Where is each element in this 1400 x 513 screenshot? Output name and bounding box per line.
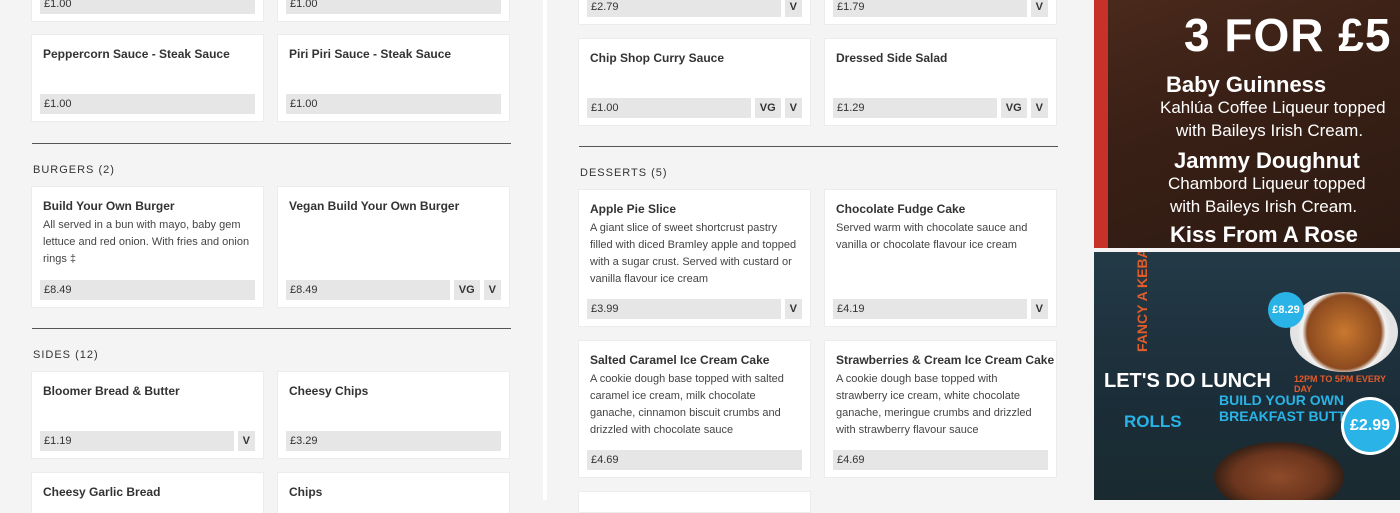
lunch-menu-photo[interactable]: FANCY A KEBAB? £8.29 LET'S DO LUNCH 12PM… bbox=[1094, 252, 1400, 500]
drinks-offer-photo[interactable]: 3 FOR £5 Baby Guinness Kahlúa Coffee Liq… bbox=[1094, 0, 1400, 248]
menu-card[interactable]: Chip Shop Curry Sauce £1.00 VG V bbox=[579, 39, 810, 125]
lunch-heading: LET'S DO LUNCH bbox=[1104, 370, 1271, 392]
vegetarian-tag: V bbox=[1030, 299, 1048, 319]
item-title: Bloomer Bread & Butter bbox=[43, 384, 180, 398]
menu-card[interactable]: Chips bbox=[278, 473, 509, 513]
item-title: Peppercorn Sauce - Steak Sauce bbox=[43, 47, 230, 61]
vegetarian-tag: V bbox=[483, 280, 501, 300]
item-title: Piri Piri Sauce - Steak Sauce bbox=[289, 47, 452, 61]
price: £4.69 bbox=[833, 450, 1048, 470]
item-description: A cookie dough base topped with salted c… bbox=[590, 373, 784, 436]
menu-card[interactable]: Chocolate Fudge Cake Served warm with ch… bbox=[825, 190, 1056, 326]
price: £1.79 bbox=[833, 0, 1027, 17]
menu-card[interactable]: £2.79 V bbox=[579, 0, 810, 24]
menu-card[interactable]: Bloomer Bread & Butter £1.19 V bbox=[32, 372, 263, 458]
vegetarian-tag: V bbox=[784, 98, 802, 118]
offer-item-text: Chambord Liqueur topped bbox=[1168, 174, 1366, 193]
price: £3.29 bbox=[286, 431, 501, 451]
price: £1.19 bbox=[40, 431, 234, 451]
menu-card[interactable]: Strawberries & Cream Ice Cream Cake A co… bbox=[825, 341, 1056, 477]
price: £1.00 bbox=[286, 94, 501, 114]
item-description: A cookie dough base topped with strawber… bbox=[836, 373, 1032, 436]
menu-card[interactable]: Vegan Build Your Own Burger £8.49 VG V bbox=[278, 187, 509, 307]
menu-card[interactable]: Build Your Own Burger All served in a bu… bbox=[32, 187, 263, 307]
section-divider bbox=[32, 143, 511, 144]
menu-card[interactable]: Salted Caramel Ice Cream Cake A cookie d… bbox=[579, 341, 810, 477]
menu-card[interactable]: Piri Piri Sauce - Steak Sauce £1.00 bbox=[278, 35, 509, 121]
price: £1.00 bbox=[40, 0, 255, 14]
vegan-tag: VG bbox=[754, 98, 781, 118]
section-heading-burgers: BURGERS (2) bbox=[33, 164, 115, 176]
item-title: Chocolate Fudge Cake bbox=[836, 202, 966, 216]
kebab-heading: FANCY A KEBAB? bbox=[1134, 252, 1150, 352]
vegetarian-tag: V bbox=[1030, 98, 1048, 118]
menu-card[interactable]: £1.00 bbox=[278, 0, 509, 21]
item-description: A giant slice of sweet shortcrust pastry… bbox=[590, 222, 797, 285]
red-border bbox=[1094, 0, 1108, 248]
food-bowl-image bbox=[1290, 292, 1398, 372]
item-description: Served warm with chocolate sauce and van… bbox=[836, 222, 1028, 251]
price: £1.00 bbox=[587, 98, 751, 118]
offer-item-text: with Baileys Irish Cream. bbox=[1176, 121, 1364, 140]
offer-item-title: Jammy Doughnut bbox=[1174, 148, 1360, 173]
menu-card[interactable]: £1.00 bbox=[32, 0, 263, 21]
menu-card[interactable]: Peppercorn Sauce - Steak Sauce £1.00 bbox=[32, 35, 263, 121]
price: £1.29 bbox=[833, 98, 997, 118]
menu-card[interactable]: Apple Pie Slice A giant slice of sweet s… bbox=[579, 190, 810, 326]
menu-card[interactable]: Cheesy Chips £3.29 bbox=[278, 372, 509, 458]
item-title: Build Your Own Burger bbox=[43, 199, 175, 213]
vegetarian-tag: V bbox=[237, 431, 255, 451]
offer-item-text: with Baileys Irish Cream. bbox=[1170, 197, 1358, 216]
price: £4.69 bbox=[587, 450, 802, 470]
offer-headline: 3 FOR £5 bbox=[1184, 9, 1392, 61]
left-menu-column: £1.00 £1.00 Peppercorn Sauce - Steak Sau… bbox=[0, 0, 543, 513]
item-title: Chips bbox=[289, 485, 323, 499]
menu-card[interactable]: Cheesy Garlic Bread bbox=[32, 473, 263, 513]
vegan-tag: VG bbox=[1000, 98, 1027, 118]
price: £4.19 bbox=[833, 299, 1027, 319]
price-badge: £8.29 bbox=[1268, 292, 1304, 328]
section-divider bbox=[579, 146, 1058, 147]
price: £8.49 bbox=[286, 280, 450, 300]
vegetarian-tag: V bbox=[1030, 0, 1048, 17]
offer-item-title: Baby Guinness bbox=[1166, 72, 1327, 97]
item-title: Cheesy Garlic Bread bbox=[43, 485, 161, 499]
vegan-tag: VG bbox=[453, 280, 480, 300]
menu-card[interactable]: £1.79 V bbox=[825, 0, 1056, 24]
sandwich-image bbox=[1214, 442, 1344, 500]
menu-card[interactable] bbox=[579, 492, 810, 512]
item-title: Apple Pie Slice bbox=[590, 202, 677, 216]
vegetarian-tag: V bbox=[784, 0, 802, 17]
vegetarian-tag: V bbox=[784, 299, 802, 319]
price: £3.99 bbox=[587, 299, 781, 319]
section-heading-desserts: DESSERTS (5) bbox=[580, 167, 668, 179]
item-title: Strawberries & Cream Ice Cream Cake bbox=[836, 353, 1055, 367]
item-title: Dressed Side Salad bbox=[836, 51, 948, 65]
price: £1.00 bbox=[40, 94, 255, 114]
right-menu-column: £2.79 V £1.79 V Chip Shop Curry Sauce £1… bbox=[547, 0, 1092, 512]
price: £8.49 bbox=[40, 280, 255, 300]
item-title: Chip Shop Curry Sauce bbox=[590, 51, 725, 65]
section-heading-sides: SIDES (12) bbox=[33, 349, 99, 361]
price: £1.00 bbox=[286, 0, 501, 14]
lunch-time: 12PM TO 5PM EVERY DAY bbox=[1294, 374, 1386, 394]
price-badge: £2.99 bbox=[1344, 400, 1396, 452]
rolls-heading: ROLLS bbox=[1124, 412, 1182, 431]
item-title: Salted Caramel Ice Cream Cake bbox=[590, 353, 770, 367]
offer-item-title: Kiss From A Rose bbox=[1170, 222, 1358, 247]
menu-card[interactable]: Dressed Side Salad £1.29 VG V bbox=[825, 39, 1056, 125]
offer-item-text: Kahlúa Coffee Liqueur topped bbox=[1160, 98, 1386, 117]
section-divider bbox=[32, 328, 511, 329]
item-title: Vegan Build Your Own Burger bbox=[289, 199, 460, 213]
price: £2.79 bbox=[587, 0, 781, 17]
item-description: All served in a bun with mayo, baby gem … bbox=[43, 219, 250, 265]
item-title: Cheesy Chips bbox=[289, 384, 369, 398]
